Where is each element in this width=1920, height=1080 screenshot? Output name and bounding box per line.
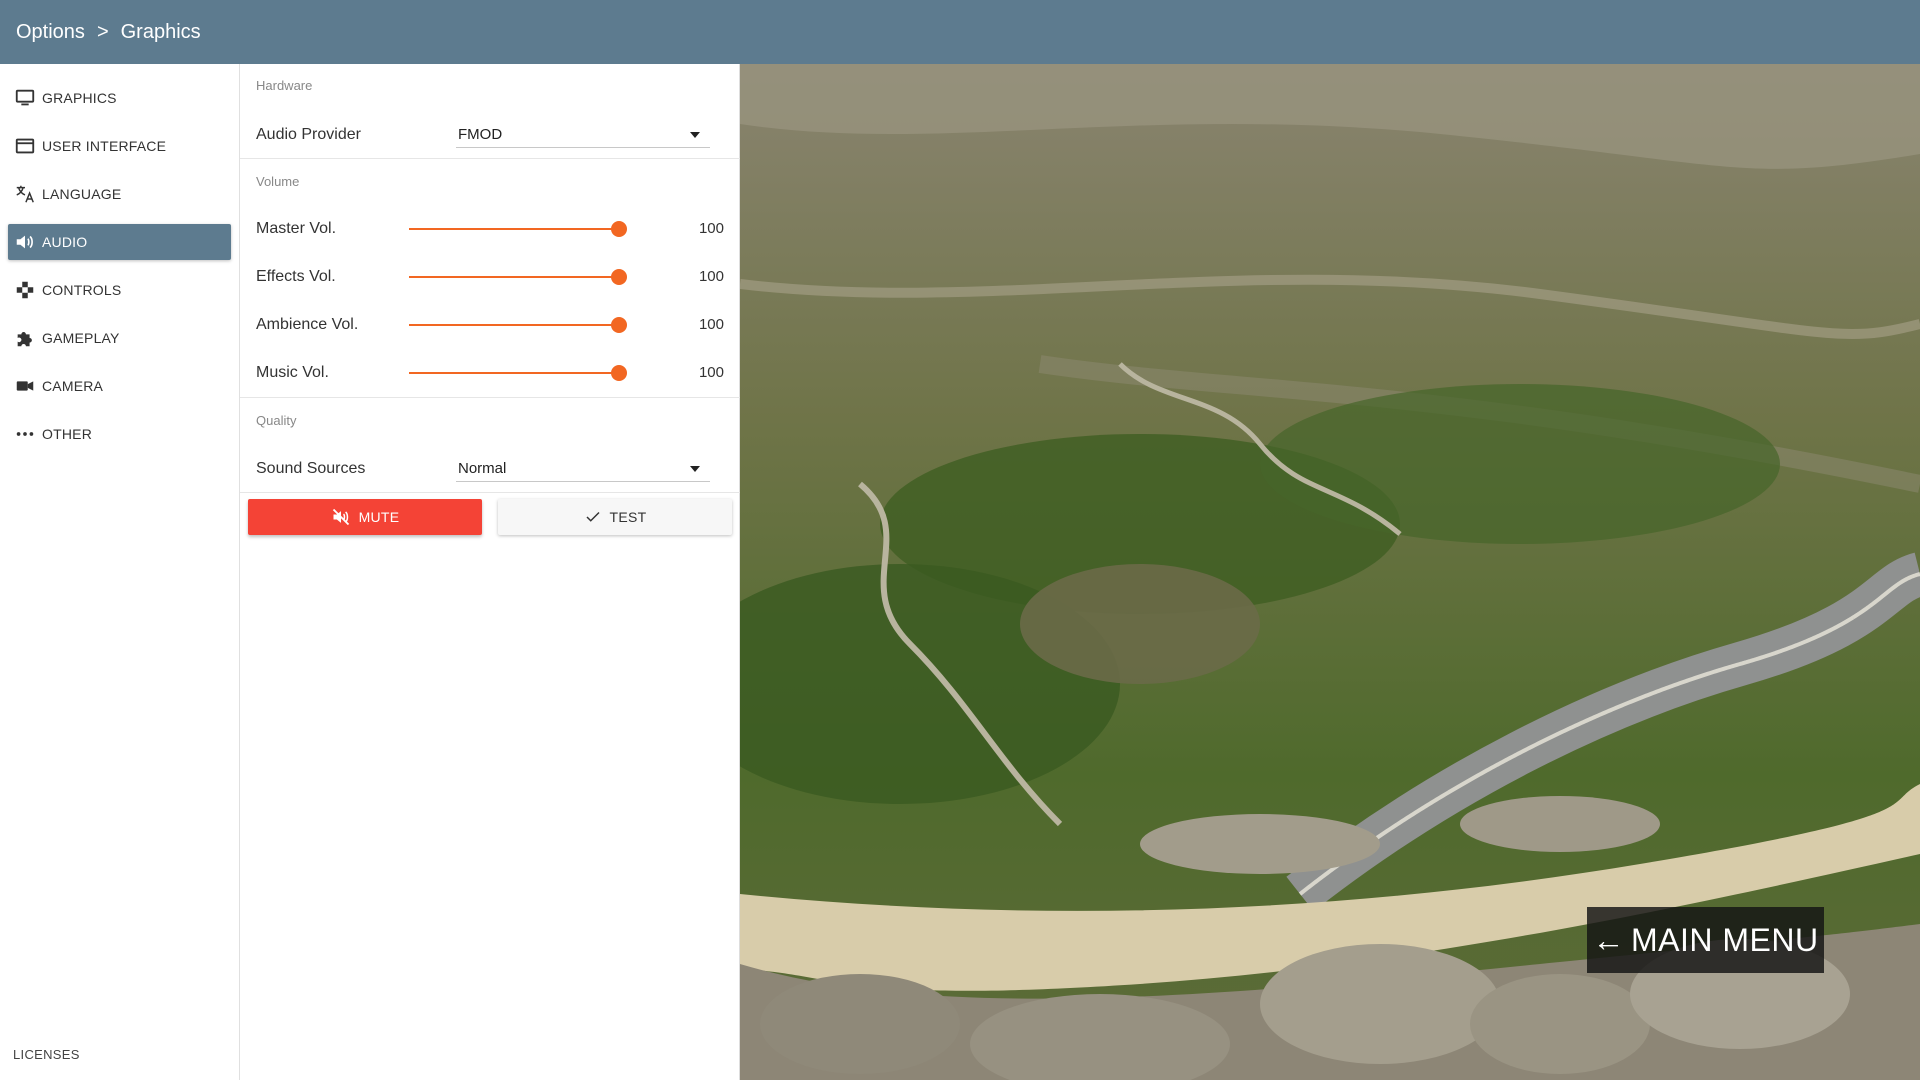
audio-settings-panel: Hardware Audio Provider FMOD Volume Mast… <box>240 64 740 1080</box>
mute-button-label: MUTE <box>358 509 400 525</box>
section-volume-label: Volume <box>256 174 300 189</box>
main-menu-label: MAIN MENU <box>1630 921 1819 958</box>
sidebar-item-label: OTHER <box>42 426 92 442</box>
slider-thumb[interactable] <box>611 221 627 237</box>
mute-button[interactable]: MUTE <box>248 499 482 535</box>
section-hardware-label: Hardware <box>256 78 313 93</box>
sidebar-item-label: USER INTERFACE <box>42 138 167 154</box>
slider-thumb[interactable] <box>611 317 627 333</box>
slider-track <box>409 228 619 230</box>
slider-track <box>409 324 619 326</box>
sidebar-item-label: CAMERA <box>42 378 104 394</box>
ambience-volume-value: 100 <box>698 316 724 333</box>
effects-volume-slider[interactable] <box>409 269 627 285</box>
sidebar-item-label: LANGUAGE <box>42 186 122 202</box>
master-volume-label: Master Vol. <box>256 220 337 237</box>
sidebar-item-camera[interactable]: CAMERA <box>8 368 231 404</box>
sidebar-item-label: CONTROLS <box>42 282 122 298</box>
divider <box>240 492 740 493</box>
sidebar-item-label: GRAPHICS <box>42 90 117 106</box>
music-volume-value: 100 <box>698 364 724 381</box>
speaker-icon <box>14 231 36 253</box>
master-volume-value: 100 <box>698 220 724 237</box>
slider-thumb[interactable] <box>611 365 627 381</box>
audio-provider-value: FMOD <box>458 126 503 143</box>
music-volume-slider[interactable] <box>409 365 627 381</box>
ambience-volume-slider[interactable] <box>409 317 627 333</box>
main-menu-button[interactable]: ← MAIN MENU <box>1587 907 1824 973</box>
test-button-label: TEST <box>609 509 647 525</box>
sidebar-item-graphics[interactable]: GRAPHICS <box>8 80 231 116</box>
video-camera-icon <box>14 375 36 397</box>
section-quality-label: Quality <box>256 413 297 428</box>
effects-volume-label: Effects Vol. <box>256 268 336 285</box>
more-dots-icon <box>14 423 36 445</box>
test-button[interactable]: TEST <box>498 499 732 535</box>
sound-sources-label: Sound Sources <box>256 460 366 477</box>
sidebar-item-controls[interactable]: CONTROLS <box>8 272 231 308</box>
app-header: Options > Graphics <box>0 0 1920 64</box>
audio-provider-select[interactable]: FMOD <box>456 122 710 148</box>
slider-track <box>409 372 619 374</box>
sidebar-item-other[interactable]: OTHER <box>8 416 231 452</box>
dropdown-caret-icon <box>690 466 700 472</box>
checkmark-icon <box>584 508 602 526</box>
translate-icon <box>14 183 36 205</box>
slider-track <box>409 276 619 278</box>
breadcrumb-current: Graphics <box>120 20 201 43</box>
volume-off-icon <box>331 507 351 527</box>
sound-sources-value: Normal <box>458 460 507 477</box>
sidebar-item-user-interface[interactable]: USER INTERFACE <box>8 128 231 164</box>
options-sidebar: GRAPHICS USER INTERFACE LANGUAGE AUDIO C… <box>0 64 240 1080</box>
sidebar-item-gameplay[interactable]: GAMEPLAY <box>8 320 231 356</box>
puzzle-icon <box>14 327 36 349</box>
breadcrumb-separator: > <box>96 20 109 43</box>
sidebar-item-language[interactable]: LANGUAGE <box>8 176 231 212</box>
divider <box>240 158 740 159</box>
licenses-link[interactable]: LICENSES <box>13 1047 80 1062</box>
effects-volume-value: 100 <box>698 268 724 285</box>
slider-thumb[interactable] <box>611 269 627 285</box>
music-volume-label: Music Vol. <box>256 364 329 381</box>
monitor-icon <box>14 87 36 109</box>
sidebar-item-audio[interactable]: AUDIO <box>8 224 231 260</box>
audio-provider-label: Audio Provider <box>256 126 361 143</box>
back-arrow-icon: ← <box>1592 921 1625 958</box>
sidebar-item-label: GAMEPLAY <box>42 330 120 346</box>
divider <box>240 397 740 398</box>
sidebar-item-label: AUDIO <box>42 234 88 250</box>
master-volume-slider[interactable] <box>409 221 627 237</box>
dropdown-caret-icon <box>690 132 700 138</box>
ambience-volume-label: Ambience Vol. <box>256 316 359 333</box>
window-icon <box>14 135 36 157</box>
sound-sources-select[interactable]: Normal <box>456 456 710 482</box>
breadcrumb-options[interactable]: Options <box>16 21 85 44</box>
gamepad-icon <box>14 279 36 301</box>
